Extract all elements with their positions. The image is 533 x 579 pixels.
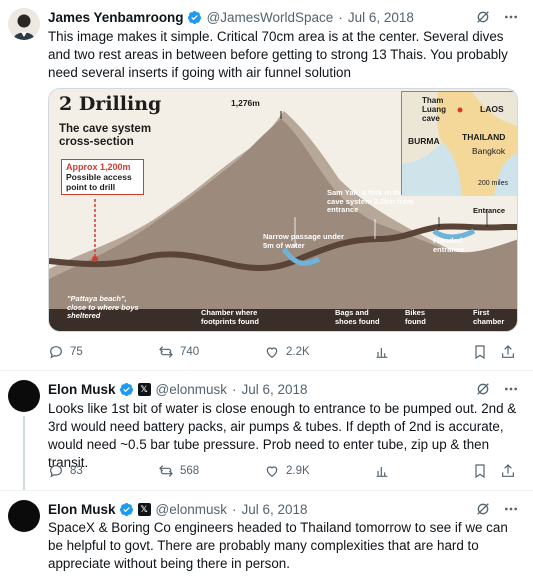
retweet-icon xyxy=(159,346,173,358)
views-icon xyxy=(376,348,388,358)
avatar[interactable] xyxy=(8,500,40,532)
reply-count: 75 xyxy=(70,346,83,358)
share-button[interactable] xyxy=(500,463,516,479)
reply-button[interactable]: 75 xyxy=(48,344,158,360)
heart-icon xyxy=(266,347,278,359)
author-name[interactable]: Elon Musk xyxy=(48,382,116,397)
retweet-icon xyxy=(159,465,173,477)
verified-badge-icon xyxy=(119,502,134,517)
bags-label: Bags and shoes found xyxy=(335,308,380,326)
separator: · xyxy=(232,501,237,517)
tweet-date[interactable]: Jul 6, 2018 xyxy=(242,502,308,517)
more-icon[interactable] xyxy=(503,501,519,517)
tweet-header: Elon Musk 𝕏 @elonmusk · Jul 6, 2018 xyxy=(48,499,308,519)
flooded-entrance-label: Flooded entrance xyxy=(433,236,465,254)
tweet-actions: 75 740 2.2K xyxy=(48,343,518,361)
entrance-label: Entrance xyxy=(473,206,506,215)
tham-luang-label: Tham Luang cave xyxy=(422,96,446,123)
tweet-elon-1: Elon Musk 𝕏 @elonmusk · Jul 6, 2018 Look… xyxy=(0,371,533,490)
reply-icon xyxy=(50,465,62,478)
share-icon xyxy=(502,345,514,358)
tweet-date[interactable]: Jul 6, 2018 xyxy=(242,382,308,397)
tweet-top-actions xyxy=(475,7,519,27)
like-button[interactable]: 2.9K xyxy=(264,463,374,479)
chamber-label: Chamber where footprints found xyxy=(201,308,259,326)
tweet-top-actions xyxy=(475,379,519,399)
bookmark-button[interactable] xyxy=(472,463,500,479)
retweet-count: 568 xyxy=(180,465,200,477)
share-icon xyxy=(502,464,514,477)
author-name[interactable]: Elon Musk xyxy=(48,502,116,517)
tweet-header: James Yenbamroong @JamesWorldSpace · Jul… xyxy=(48,7,414,27)
more-icon[interactable] xyxy=(503,381,519,397)
author-handle[interactable]: @JamesWorldSpace xyxy=(207,10,334,25)
thread-line xyxy=(23,416,25,490)
views-button[interactable] xyxy=(374,344,472,360)
bikes-label: Bikes found xyxy=(405,308,426,326)
tweet-text: This image makes it simple. Critical 70c… xyxy=(48,29,508,80)
infographic-subtitle: The cave system cross-section xyxy=(59,123,152,148)
retweet-button[interactable]: 568 xyxy=(158,463,264,479)
bookmark-icon xyxy=(475,345,485,360)
thailand-map: Tham Luang cave LAOS BURMA THAILAND Bang… xyxy=(401,91,517,196)
author-handle[interactable]: @elonmusk xyxy=(156,382,227,397)
tweet-actions: 83 568 2.9K xyxy=(48,462,518,480)
thailand-label: THAILAND xyxy=(462,132,506,142)
reply-count: 83 xyxy=(70,465,83,477)
avatar[interactable] xyxy=(8,380,40,412)
tweet-james: James Yenbamroong @JamesWorldSpace · Jul… xyxy=(0,0,533,370)
retweet-count: 740 xyxy=(180,346,200,358)
separator: · xyxy=(232,381,237,397)
tweet-date[interactable]: Jul 6, 2018 xyxy=(348,10,414,25)
drill-point-box: Approx 1,200m Possible access point to d… xyxy=(61,159,144,195)
x-affiliate-badge-icon: 𝕏 xyxy=(137,382,151,396)
scale-label: 200 miles xyxy=(478,180,508,187)
verified-badge-icon xyxy=(187,10,202,25)
laos-label: LAOS xyxy=(480,104,504,114)
narrow-passage-label: Narrow passage under 5m of water xyxy=(263,232,344,250)
reply-icon xyxy=(50,346,62,359)
like-count: 2.9K xyxy=(286,465,310,477)
bookmark-icon xyxy=(475,464,485,479)
access-label: Possible access point to drill xyxy=(66,172,132,192)
peak-label: 1,276m xyxy=(231,98,260,108)
like-count: 2.2K xyxy=(286,346,310,358)
verified-badge-icon xyxy=(119,382,134,397)
infographic-title: 2 Drilling xyxy=(59,93,162,115)
pattaya-beach-label: "Pattaya beach", close to where boys she… xyxy=(67,294,139,320)
heart-icon xyxy=(266,466,278,478)
views-button[interactable] xyxy=(374,463,472,479)
tweet-top-actions xyxy=(475,499,519,519)
tweet-header: Elon Musk 𝕏 @elonmusk · Jul 6, 2018 xyxy=(48,379,308,399)
reply-button[interactable]: 83 xyxy=(48,463,158,479)
bangkok-label: Bangkok xyxy=(472,146,506,156)
grok-icon[interactable] xyxy=(475,9,491,25)
tweet-elon-2: Elon Musk 𝕏 @elonmusk · Jul 6, 2018 Spac… xyxy=(0,491,533,579)
views-icon xyxy=(376,467,388,477)
share-button[interactable] xyxy=(500,344,516,360)
x-affiliate-badge-icon: 𝕏 xyxy=(137,502,151,516)
separator: · xyxy=(338,9,343,25)
more-icon[interactable] xyxy=(503,9,519,25)
bookmark-button[interactable] xyxy=(472,344,500,360)
author-name[interactable]: James Yenbamroong xyxy=(48,10,184,25)
grok-icon[interactable] xyxy=(475,501,491,517)
approx-label: Approx 1,200m xyxy=(66,162,131,172)
author-handle[interactable]: @elonmusk xyxy=(156,502,227,517)
burma-label: BURMA xyxy=(408,136,440,146)
grok-icon[interactable] xyxy=(475,381,491,397)
first-chamber-label: First chamber xyxy=(473,308,505,326)
like-button[interactable]: 2.2K xyxy=(264,344,374,360)
cave-infographic-image[interactable]: 2 Drilling The cave system cross-section… xyxy=(48,88,518,332)
tweet-text: SpaceX & Boring Co engineers headed to T… xyxy=(48,520,508,571)
avatar[interactable] xyxy=(8,8,40,40)
retweet-button[interactable]: 740 xyxy=(158,344,264,360)
